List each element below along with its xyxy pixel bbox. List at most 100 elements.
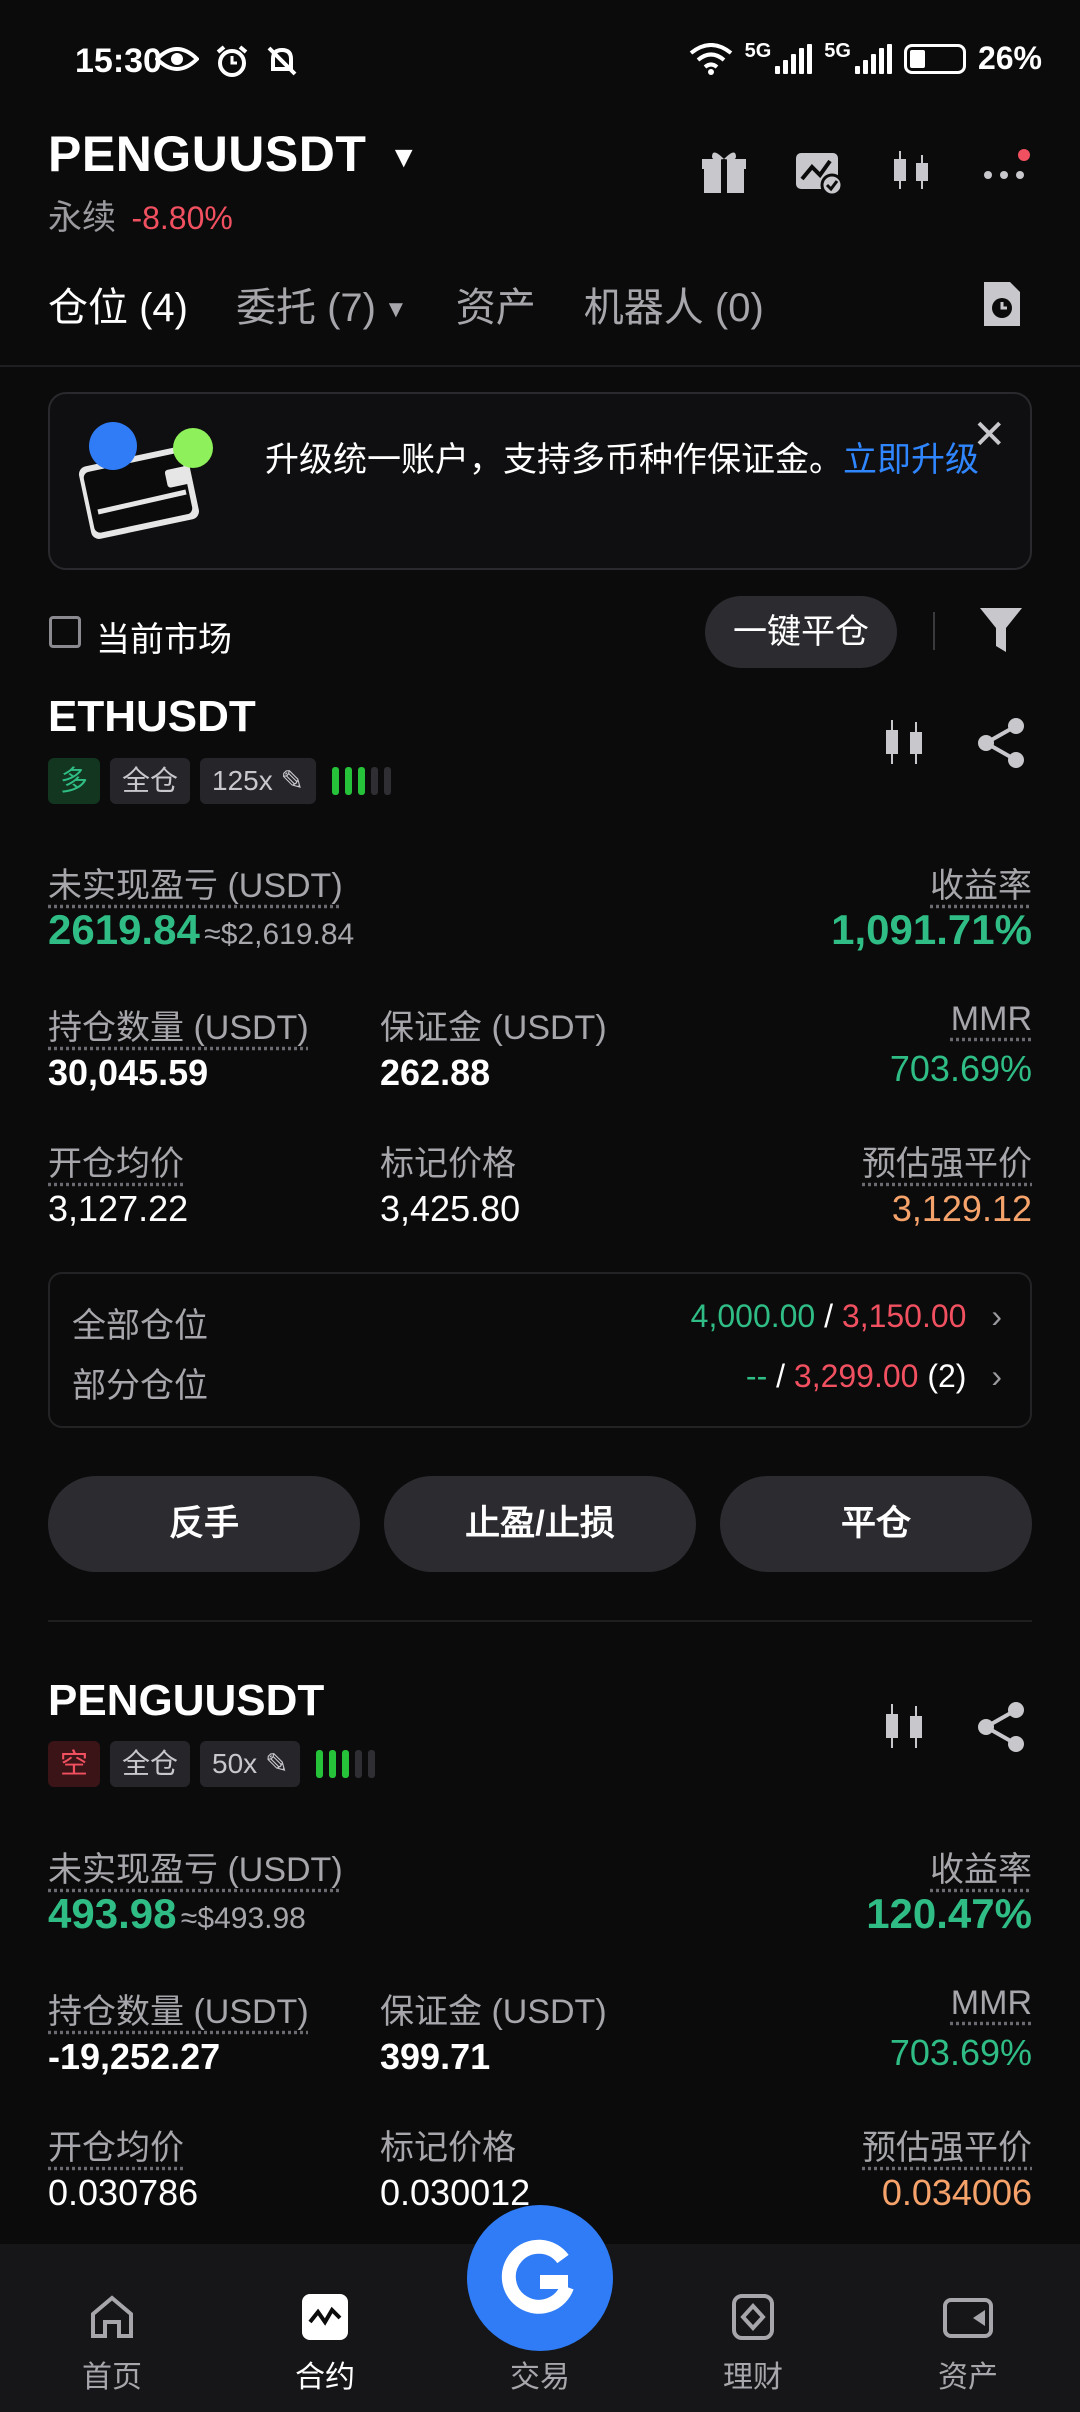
roe-value: 120.47% (866, 1890, 1032, 1937)
margin-mode-tag[interactable]: 全仓 (110, 758, 191, 804)
tpsl-all-sl: 3,150.00 (841, 1298, 967, 1334)
contract-type: 永续 (48, 199, 116, 237)
tpsl-part-sl: 3,299.00 (793, 1358, 919, 1394)
chart-settings-icon[interactable] (792, 145, 844, 197)
nav-assets[interactable]: 资产 (888, 2244, 1048, 2396)
tab-orders[interactable]: 委托 (7) ▼ (236, 275, 408, 333)
nav-home[interactable]: 首页 (32, 2244, 192, 2396)
mmr-value: 703.69% (889, 2032, 1032, 2073)
home-icon (85, 2290, 139, 2344)
close-position-button[interactable]: 平仓 (720, 1476, 1032, 1572)
signal-icon-2 (854, 43, 892, 74)
banner-text: 升级统一账户，支持多币种作保证金。 (265, 441, 843, 479)
position-divider (48, 1620, 1032, 1622)
wallet-illustration-icon (78, 422, 213, 539)
entry-label[interactable]: 开仓均价 (48, 1136, 184, 1185)
chevron-right-icon: › (991, 1298, 1002, 1334)
side-tag: 多 (48, 758, 101, 804)
current-market-label: 当前市场 (96, 621, 232, 659)
symbol-title: PENGUUSDT (48, 126, 367, 182)
trade-fab-button[interactable] (467, 2205, 613, 2351)
status-icons-left (155, 44, 299, 78)
battery-percent: 26% (977, 40, 1042, 76)
nav-home-label: 首页 (82, 2361, 142, 2394)
tpsl-all-tp: 4,000.00 (690, 1298, 816, 1334)
edit-icon: ✎ (264, 1748, 289, 1779)
symbol-subtitle: 永续 -8.80% (48, 190, 233, 239)
size-value: 30,045.59 (48, 1052, 209, 1093)
caret-down-icon: ▼ (384, 296, 408, 324)
entry-label[interactable]: 开仓均价 (48, 2120, 184, 2169)
size-label[interactable]: 持仓数量 (USDT) (48, 1984, 309, 2033)
pnl-label[interactable]: 未实现盈亏 (USDT) (48, 1842, 343, 1891)
liq-value: 3,129.12 (891, 1188, 1032, 1229)
tpsl-box: 全部仓位 4,000.00 / 3,150.00 › 部分仓位 -- / 3,2… (48, 1272, 1032, 1428)
mark-value: 3,425.80 (380, 1188, 521, 1229)
tab-assets[interactable]: 资产 (456, 275, 536, 333)
nav-futures[interactable]: 合约 (245, 2244, 405, 2396)
symbol-selector[interactable]: PENGUUSDT ▼ (48, 125, 419, 183)
tpsl-part-label: 部分仓位 (72, 1367, 208, 1405)
roe-label[interactable]: 收益率 (930, 1842, 1032, 1891)
size-label[interactable]: 持仓数量 (USDT) (48, 1000, 309, 1049)
nav-assets-label: 资产 (938, 2361, 998, 2394)
chevron-right-icon: › (991, 1358, 1002, 1394)
leverage-tag[interactable]: 50x ✎ (200, 1741, 301, 1787)
mmr-value: 703.69% (889, 1048, 1032, 1089)
status-time: 15:30 (75, 42, 162, 80)
nav-futures-label: 合约 (295, 2361, 355, 2394)
candlestick-icon[interactable] (886, 145, 938, 197)
candlestick-icon[interactable] (880, 1700, 930, 1754)
pnl-value: 2619.84 (48, 906, 200, 953)
filter-icon[interactable] (978, 604, 1024, 656)
liq-label[interactable]: 预估强平价 (862, 1136, 1032, 1185)
tabs-divider (0, 365, 1080, 367)
margin-label: 保证金 (USDT) (380, 1993, 607, 2031)
nav-earn[interactable]: 理财 (673, 2244, 833, 2396)
mmr-label[interactable]: MMR (951, 1984, 1032, 2023)
tab-bots[interactable]: 机器人 (0) (584, 275, 764, 333)
candlestick-icon[interactable] (880, 716, 930, 770)
nav-trade-label: 交易 (510, 2361, 570, 2394)
mark-label: 标记价格 (380, 2129, 516, 2167)
reverse-button[interactable]: 反手 (48, 1476, 360, 1572)
position-symbol[interactable]: PENGUUSDT (48, 1676, 324, 1726)
banner-message: 升级统一账户，支持多币种作保证金。立即升级 (265, 434, 985, 486)
pnl-usd: ≈$2,619.84 (204, 918, 355, 951)
roe-value: 1,091.71% (831, 906, 1032, 953)
tpsl-all-row[interactable]: 4,000.00 / 3,150.00 › (691, 1298, 1002, 1335)
upgrade-link[interactable]: 立即升级 (843, 441, 979, 479)
tpsl-part-row[interactable]: -- / 3,299.00 (2) › (746, 1358, 1002, 1395)
leverage-tag[interactable]: 125x ✎ (200, 758, 316, 804)
slash: / (767, 1358, 794, 1394)
liq-label[interactable]: 预估强平价 (862, 2120, 1032, 2169)
tpsl-part-count: (2) (927, 1358, 967, 1394)
pnl-label[interactable]: 未实现盈亏 (USDT) (48, 858, 343, 907)
risk-bars (332, 767, 391, 795)
nav-earn-label: 理财 (723, 2361, 783, 2394)
gift-icon[interactable] (698, 145, 750, 197)
liq-value: 0.034006 (881, 2172, 1032, 2213)
share-icon[interactable] (976, 1700, 1028, 1754)
share-icon[interactable] (976, 716, 1028, 770)
filter-divider (933, 612, 935, 650)
more-icon[interactable] (980, 145, 1032, 197)
history-icon[interactable] (980, 278, 1024, 330)
margin-mode-tag[interactable]: 全仓 (110, 1741, 191, 1787)
mmr-label[interactable]: MMR (951, 1000, 1032, 1039)
current-market-checkbox[interactable] (49, 616, 81, 648)
tab-positions[interactable]: 仓位 (4) (48, 275, 188, 333)
close-icon[interactable]: ✕ (972, 412, 1006, 458)
earn-icon (726, 2290, 780, 2344)
position-symbol[interactable]: ETHUSDT (48, 692, 256, 742)
mark-label: 标记价格 (380, 1145, 516, 1183)
mark-value: 0.030012 (380, 2172, 531, 2213)
signal-icon (775, 43, 813, 74)
roe-label[interactable]: 收益率 (930, 858, 1032, 907)
status-bar: 15:30 5G 5G 26% (0, 0, 1080, 125)
close-all-button[interactable]: 一键平仓 (705, 596, 897, 668)
network-label-1: 5G (744, 40, 772, 62)
tpsl-button[interactable]: 止盈/止损 (384, 1476, 696, 1572)
leverage-value: 50x (212, 1748, 258, 1779)
network-label-2: 5G (824, 40, 851, 62)
